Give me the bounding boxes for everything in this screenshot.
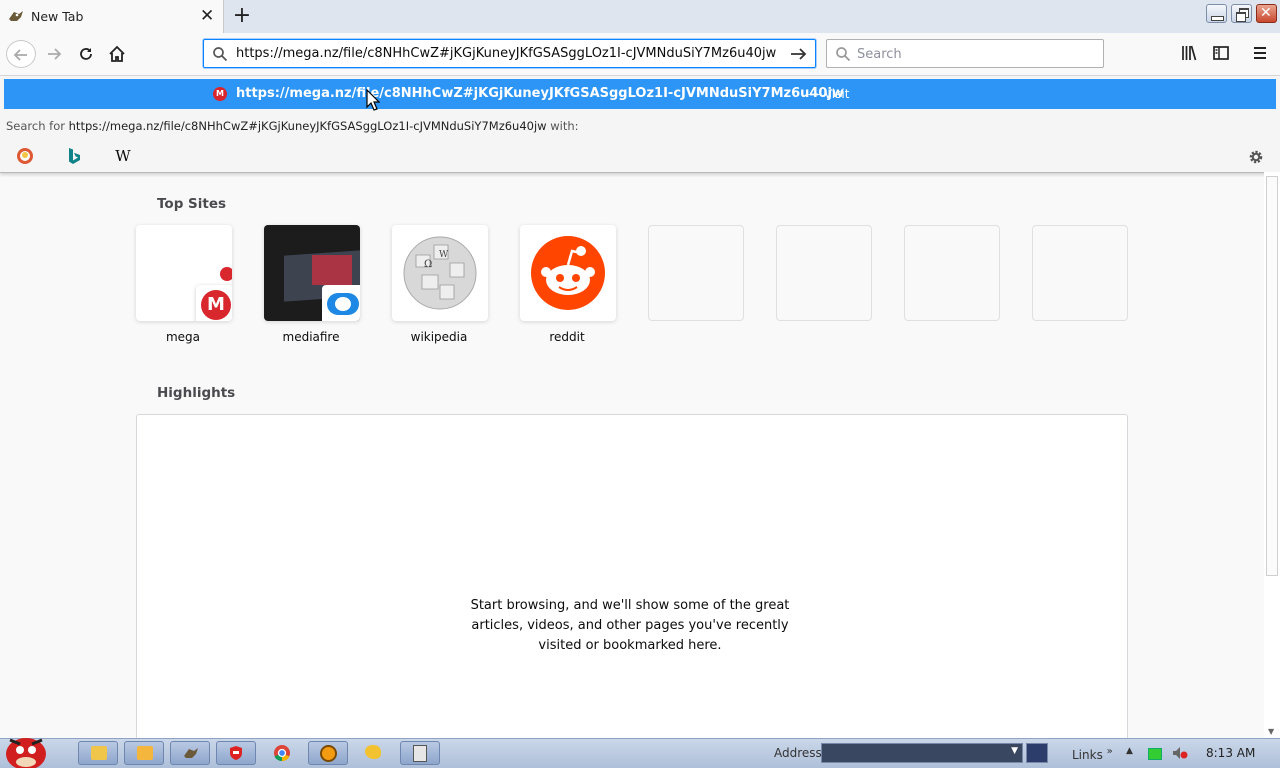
reload-button[interactable] bbox=[72, 40, 100, 68]
chevron-down-icon[interactable]: ▼ bbox=[1011, 746, 1018, 756]
scrollbar-thumb[interactable] bbox=[1266, 176, 1278, 576]
taskbar-app-button[interactable] bbox=[308, 741, 348, 765]
top-site-tile-wikipedia[interactable]: Ω W bbox=[392, 225, 488, 321]
url-suggestion-visit[interactable]: M https://mega.nz/file/c8NHhCwZ#jKGjKune… bbox=[4, 79, 1276, 109]
mega-icon: M bbox=[201, 290, 231, 320]
bing-icon bbox=[69, 148, 80, 164]
top-site-tile-empty bbox=[904, 225, 1000, 321]
library-icon bbox=[1182, 45, 1197, 61]
search-icon bbox=[836, 47, 851, 62]
top-site-label: mediafire bbox=[282, 330, 340, 344]
angry-bird-icon bbox=[184, 748, 198, 758]
url-input[interactable] bbox=[236, 44, 776, 63]
search-engine-wikipedia[interactable]: W bbox=[113, 146, 133, 166]
hamburger-menu-icon bbox=[1254, 47, 1266, 59]
svg-text:W: W bbox=[439, 250, 449, 260]
close-tab-icon[interactable]: ✕ bbox=[200, 6, 214, 26]
volume-muted-icon[interactable] bbox=[1172, 746, 1188, 760]
url-bar[interactable] bbox=[203, 39, 816, 68]
taskbar-bird-button[interactable] bbox=[354, 741, 394, 765]
mega-favicon-icon: M bbox=[213, 87, 227, 101]
wikipedia-icon: W bbox=[115, 147, 131, 165]
search-engine-duckduckgo[interactable] bbox=[15, 146, 35, 166]
taskbar-taskmanager-button[interactable] bbox=[400, 741, 440, 765]
app-icon bbox=[320, 745, 337, 762]
taskbar-shield-button[interactable] bbox=[216, 741, 256, 765]
restore-button[interactable] bbox=[1231, 4, 1252, 23]
close-window-button[interactable]: ✕ bbox=[1256, 4, 1277, 23]
tab-new-tab[interactable]: New Tab ✕ bbox=[0, 0, 224, 33]
mouse-cursor-icon bbox=[366, 89, 380, 111]
top-site-label: mega bbox=[165, 330, 201, 344]
search-bar[interactable] bbox=[826, 39, 1104, 68]
highlights-title: Highlights bbox=[157, 385, 236, 401]
taskbar-links-label[interactable]: Links » bbox=[1072, 746, 1113, 762]
taskbar-clock: 8:13 AM bbox=[1206, 746, 1256, 760]
suggestion-url: https://mega.nz/file/c8NHhCwZ#jKGjKuneyJ… bbox=[236, 86, 844, 101]
yellow-bird-icon bbox=[365, 745, 381, 759]
taskbar-address-input[interactable]: ▼ bbox=[821, 743, 1023, 763]
minimize-button[interactable] bbox=[1206, 4, 1227, 23]
taskbar-browser-button[interactable] bbox=[170, 741, 210, 765]
tab-title: New Tab bbox=[31, 9, 84, 24]
search-for-text: Search for https://mega.nz/file/c8NHhCwZ… bbox=[6, 119, 579, 133]
top-site-tile-reddit[interactable] bbox=[520, 225, 616, 321]
taskbar-media-button[interactable] bbox=[124, 741, 164, 765]
top-site-tile-empty bbox=[648, 225, 744, 321]
wikipedia-icon: Ω W bbox=[403, 236, 477, 310]
gear-icon bbox=[1249, 150, 1263, 164]
scroll-down-arrow-icon[interactable]: ▼ bbox=[1268, 727, 1274, 736]
chrome-icon bbox=[274, 745, 290, 762]
search-icon bbox=[213, 47, 228, 62]
taskbar-chrome-button[interactable] bbox=[262, 741, 302, 765]
sidebar-button[interactable] bbox=[1212, 44, 1232, 62]
top-site-label: reddit bbox=[549, 330, 585, 344]
highlights-empty-message: Start browsing, and we'll show some of t… bbox=[470, 598, 790, 653]
network-tray-icon[interactable] bbox=[1148, 748, 1162, 760]
sidebar-icon bbox=[1213, 46, 1229, 60]
go-arrow-icon[interactable] bbox=[789, 45, 809, 63]
folder-icon bbox=[91, 746, 107, 760]
tray-expand-icon[interactable]: ▲ bbox=[1126, 746, 1133, 756]
top-site-tile-empty bbox=[776, 225, 872, 321]
home-button[interactable] bbox=[103, 40, 131, 68]
menu-button[interactable] bbox=[1252, 44, 1272, 62]
home-icon bbox=[109, 45, 125, 62]
taskbar-address-go-button[interactable] bbox=[1026, 743, 1048, 763]
forward-arrow-icon bbox=[48, 48, 62, 60]
search-settings-button[interactable] bbox=[1246, 147, 1266, 167]
reddit-icon bbox=[531, 236, 605, 310]
suggestion-action: — Visit bbox=[808, 87, 850, 101]
search-for-query: https://mega.nz/file/c8NHhCwZ#jKGjKuneyJ… bbox=[68, 119, 547, 133]
search-engine-bing[interactable] bbox=[64, 146, 84, 166]
duckduckgo-icon bbox=[17, 148, 33, 164]
top-site-label: wikipedia bbox=[410, 330, 468, 344]
reload-icon bbox=[80, 48, 92, 60]
taskbar-folder-button[interactable] bbox=[78, 741, 118, 765]
task-manager-icon bbox=[413, 745, 427, 762]
media-player-icon bbox=[137, 746, 153, 760]
forward-button[interactable] bbox=[40, 40, 68, 68]
angry-bird-icon bbox=[9, 11, 23, 21]
new-tab-button[interactable]: + bbox=[230, 3, 254, 29]
back-button[interactable] bbox=[6, 40, 36, 68]
start-button-angry-bird-icon[interactable] bbox=[2, 730, 50, 768]
top-site-tile-mega[interactable]: M bbox=[136, 225, 232, 321]
back-arrow-icon bbox=[13, 49, 27, 61]
top-site-tile-mediafire[interactable] bbox=[264, 225, 360, 321]
top-sites-title: Top Sites bbox=[157, 196, 227, 212]
taskbar-address-label: Address bbox=[774, 746, 822, 760]
library-button[interactable] bbox=[1180, 44, 1200, 62]
shield-icon bbox=[230, 746, 242, 760]
highlights-empty-box bbox=[136, 414, 1128, 744]
top-site-tile-empty bbox=[1032, 225, 1128, 321]
svg-text:Ω: Ω bbox=[424, 259, 432, 270]
search-input[interactable] bbox=[857, 45, 1087, 63]
